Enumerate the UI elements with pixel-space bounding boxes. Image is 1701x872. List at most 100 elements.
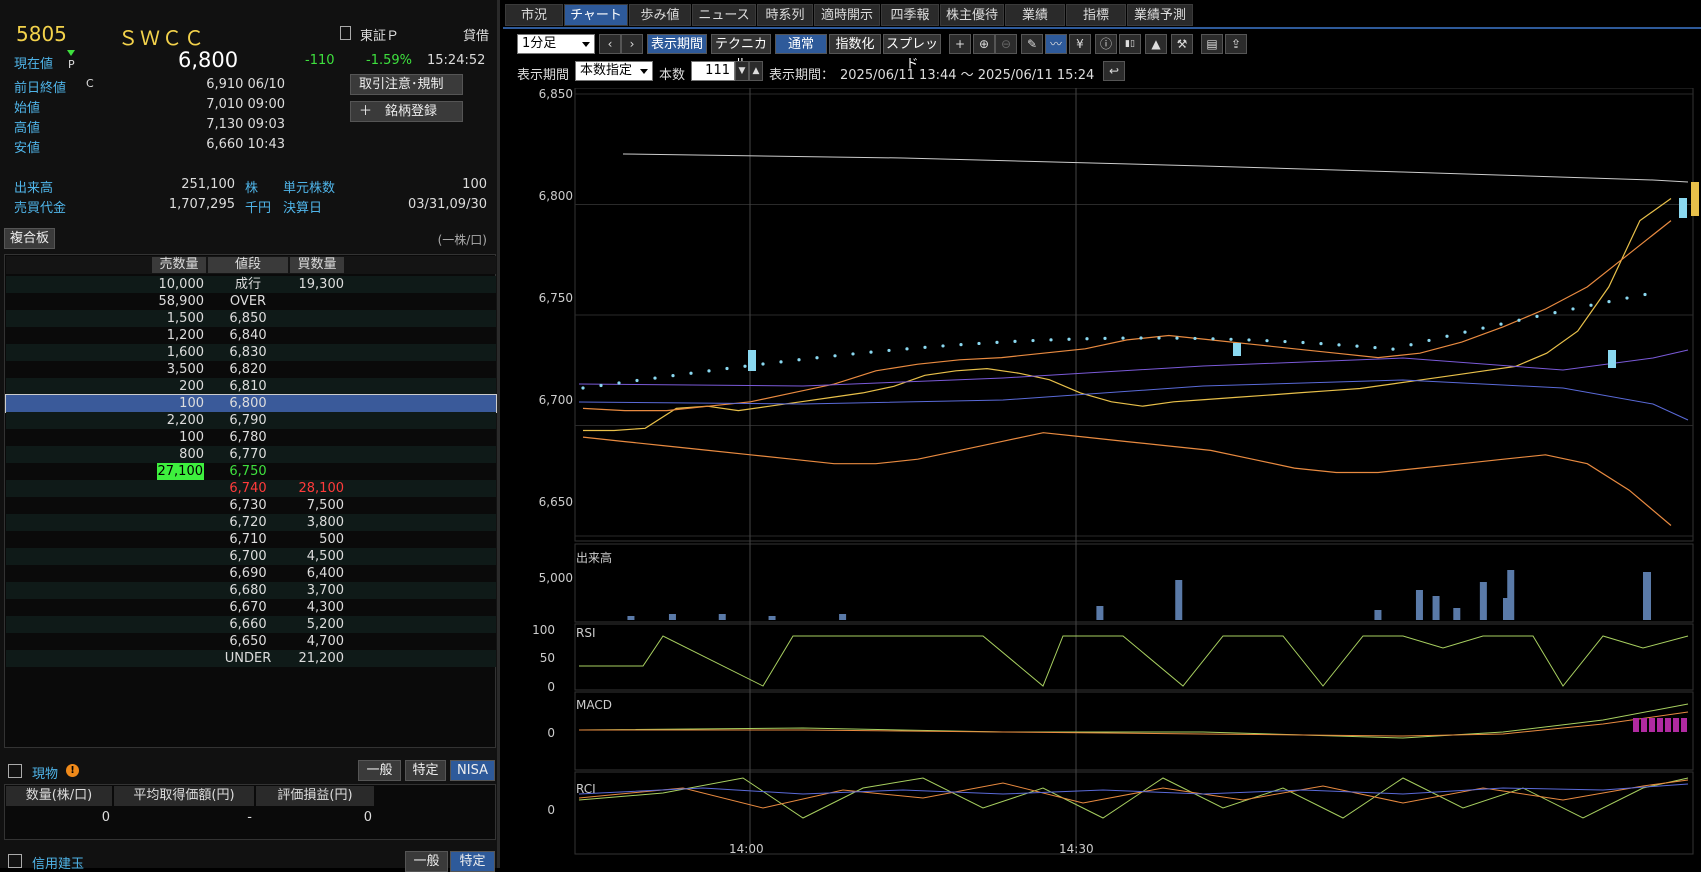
orderbook-row[interactable]: 1,500 6,850 bbox=[6, 310, 496, 327]
export-icon[interactable]: ⇪ bbox=[1225, 34, 1247, 54]
holdings-pl-value: 0 bbox=[363, 810, 372, 825]
count-input[interactable]: 111 bbox=[691, 61, 735, 81]
expand-icon[interactable] bbox=[8, 764, 22, 778]
series-bb_upper bbox=[582, 220, 1672, 412]
high-value: 7,130 09:03 bbox=[206, 117, 285, 132]
yen-icon[interactable]: ¥ bbox=[1069, 34, 1091, 54]
chart-area[interactable] bbox=[503, 88, 1701, 868]
orderbook-row[interactable]: 6,650 4,700 bbox=[6, 633, 496, 650]
interval-select[interactable]: 1分足 bbox=[517, 34, 595, 54]
orderbook-row[interactable]: 6,690 6,400 bbox=[6, 565, 496, 582]
normal-button[interactable]: 通常 bbox=[775, 34, 827, 54]
volume-bar bbox=[839, 614, 847, 620]
wave-icon[interactable]: 〰 bbox=[1045, 34, 1067, 54]
next-arrow-icon[interactable]: › bbox=[621, 34, 643, 54]
tab-5[interactable]: 適時開示 bbox=[814, 4, 880, 26]
price-level: 6,690 bbox=[229, 566, 267, 581]
tab-7[interactable]: 株主優待 bbox=[940, 4, 1004, 26]
tab-4[interactable]: 時系列 bbox=[757, 4, 813, 26]
prev-close-value: 6,910 06/10 bbox=[206, 77, 285, 92]
price-level: 6,770 bbox=[229, 447, 267, 462]
margin-tab-specific[interactable]: 特定 bbox=[450, 851, 495, 872]
psar-dot bbox=[1445, 334, 1449, 338]
psar-dot bbox=[1391, 347, 1395, 351]
psar-dot bbox=[1643, 292, 1647, 297]
buy-qty: 3,800 bbox=[306, 515, 344, 530]
orderbook-row[interactable]: 2,200 6,790 bbox=[6, 412, 496, 429]
tab-9[interactable]: 指標 bbox=[1066, 4, 1126, 26]
zoom-out-icon[interactable]: ⊖ bbox=[995, 34, 1017, 54]
margin-tab-general[interactable]: 一般 bbox=[405, 851, 448, 872]
register-stock-button[interactable]: ＋ 銘柄登録 bbox=[350, 101, 463, 122]
trade-notice-button[interactable]: 取引注意･規制 bbox=[350, 74, 463, 95]
info-icon[interactable]: ⓘ bbox=[1095, 34, 1117, 54]
orderbook-title-button[interactable]: 複合板 bbox=[4, 228, 56, 249]
orderbook-row[interactable]: 6,660 5,200 bbox=[6, 616, 496, 633]
orderbook-row[interactable]: 200 6,810 bbox=[6, 378, 496, 395]
spread-button[interactable]: スプレッド bbox=[883, 34, 941, 72]
holdings-avg-value: - bbox=[247, 810, 252, 825]
orderbook-row[interactable]: 800 6,770 bbox=[6, 446, 496, 463]
holdings-tab-general[interactable]: 一般 bbox=[358, 760, 401, 781]
orderbook-row[interactable]: 58,900 OVER bbox=[6, 293, 496, 310]
orderbook-row[interactable]: 27,100 6,750 bbox=[6, 463, 496, 480]
orderbook-row[interactable]: 6,680 3,700 bbox=[6, 582, 496, 599]
orderbook-row[interactable]: UNDER 21,200 bbox=[6, 650, 496, 667]
prev-arrow-icon[interactable]: ‹ bbox=[599, 34, 621, 54]
count-up-icon[interactable]: ▲ bbox=[749, 61, 763, 81]
header-sell-qty: 売数量 bbox=[152, 257, 206, 273]
crosshair-icon[interactable]: + bbox=[949, 34, 971, 54]
orderbook-row[interactable]: 6,700 4,500 bbox=[6, 548, 496, 565]
wrench-icon[interactable]: ⚒ bbox=[1171, 34, 1193, 54]
orderbook-row[interactable]: 1,200 6,840 bbox=[6, 327, 496, 344]
area-chart-icon[interactable]: ▲ bbox=[1145, 34, 1167, 54]
macd-histogram bbox=[1649, 718, 1655, 732]
orderbook-row[interactable]: 6,710 500 bbox=[6, 531, 496, 548]
tab-6[interactable]: 四季報 bbox=[881, 4, 939, 26]
volume-bar bbox=[1415, 590, 1423, 620]
zoom-in-icon[interactable]: ⊕ bbox=[973, 34, 995, 54]
index-button[interactable]: 指数化 bbox=[829, 34, 881, 54]
price-level: 6,710 bbox=[229, 532, 267, 547]
print-icon[interactable]: ▤ bbox=[1201, 34, 1223, 54]
tab-1[interactable]: チャート bbox=[564, 4, 628, 26]
psar-dot bbox=[599, 383, 603, 388]
market-label: 東証Ｐ bbox=[360, 29, 400, 44]
price-level: 6,720 bbox=[229, 515, 267, 530]
psar-dot bbox=[1319, 342, 1323, 346]
margin-expand-icon[interactable] bbox=[8, 854, 22, 868]
rsi-tick-label: 50 bbox=[539, 651, 555, 665]
tab-3[interactable]: ニュース bbox=[692, 4, 756, 26]
orderbook-row[interactable]: 100 6,800 bbox=[5, 394, 497, 413]
tab-8[interactable]: 業績 bbox=[1005, 4, 1065, 26]
chevron-down-icon bbox=[582, 42, 590, 47]
period-select[interactable]: 本数指定 bbox=[575, 61, 653, 81]
orderbook-row[interactable]: 6,670 4,300 bbox=[6, 599, 496, 616]
orderbook-row[interactable]: 1,600 6,830 bbox=[6, 344, 496, 361]
unit-shares-label: 単元株数 bbox=[283, 181, 336, 196]
orderbook-row[interactable]: 10,000 成行 19,300 bbox=[6, 276, 496, 293]
count-down-icon[interactable]: ▼ bbox=[735, 61, 749, 81]
open-value: 7,010 09:00 bbox=[206, 97, 285, 112]
doc-icon[interactable] bbox=[340, 26, 351, 40]
rci-panel-label: RCI bbox=[576, 782, 596, 796]
orderbook-row[interactable]: 6,730 7,500 bbox=[6, 497, 496, 514]
sell-qty: 1,600 bbox=[166, 345, 204, 360]
orderbook-row[interactable]: 3,500 6,820 bbox=[6, 361, 496, 378]
tab-0[interactable]: 市況 bbox=[505, 4, 563, 26]
pencil-icon[interactable]: ✎ bbox=[1021, 34, 1043, 54]
price-level: 6,680 bbox=[229, 583, 267, 598]
candle-icon[interactable]: ▮▯ bbox=[1119, 34, 1141, 54]
holdings-tab-specific[interactable]: 特定 bbox=[405, 760, 446, 781]
display-period-button[interactable]: 表示期間 bbox=[647, 34, 707, 54]
orderbook-row[interactable]: 100 6,780 bbox=[6, 429, 496, 446]
tab-10[interactable]: 業績予測 bbox=[1127, 4, 1193, 26]
price-level: 6,790 bbox=[229, 413, 267, 428]
orderbook-row[interactable]: 6,740 28,100 bbox=[6, 480, 496, 497]
tab-2[interactable]: 歩み値 bbox=[629, 4, 691, 26]
technical-button[interactable]: テクニカル bbox=[711, 34, 771, 72]
holdings-tab-nisa[interactable]: NISA bbox=[450, 760, 495, 781]
rsi-tick-label: 100 bbox=[532, 623, 555, 637]
return-icon[interactable]: ↩ bbox=[1103, 61, 1125, 81]
orderbook-row[interactable]: 6,720 3,800 bbox=[6, 514, 496, 531]
